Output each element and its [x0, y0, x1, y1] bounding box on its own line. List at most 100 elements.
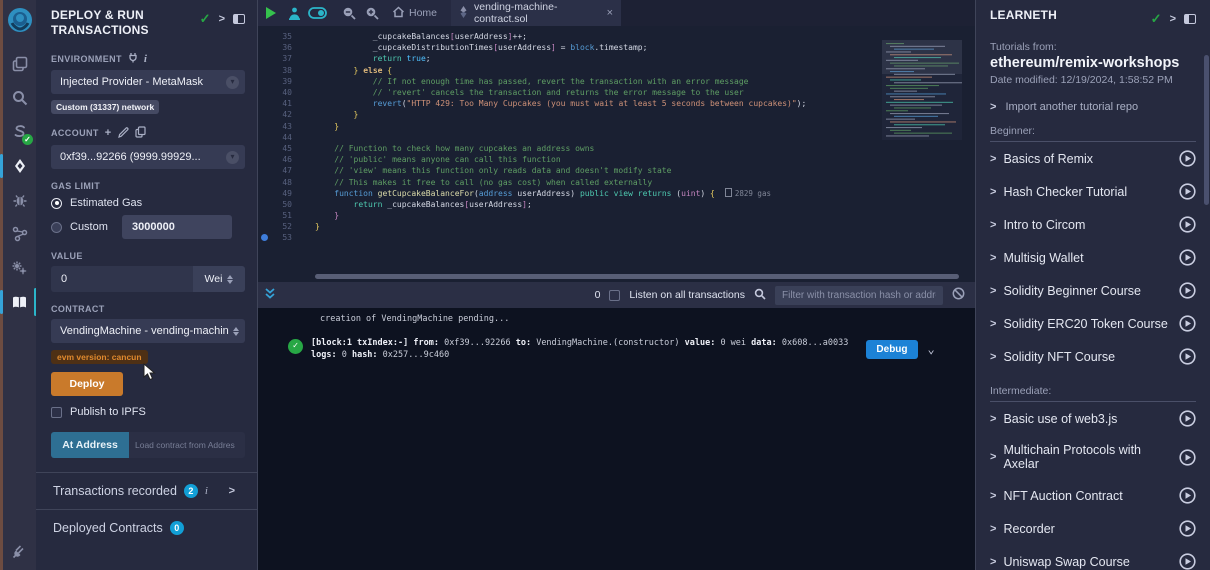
line-number[interactable]: 51 — [258, 211, 292, 220]
line-number[interactable]: 46 — [258, 155, 292, 164]
file-explorer-icon[interactable] — [3, 47, 36, 81]
play-tutorial-icon[interactable] — [1179, 487, 1196, 504]
play-tutorial-icon[interactable] — [1179, 449, 1196, 466]
code-line[interactable]: 45 // Function to check how many cupcake… — [258, 143, 975, 154]
tx-expand-icon[interactable]: ⌄ — [928, 342, 935, 356]
debugger-icon[interactable] — [3, 183, 36, 217]
tutorial-item[interactable]: >Solidity Beginner Course — [990, 274, 1196, 307]
code-line[interactable]: 44 — [258, 132, 975, 143]
tutorial-item[interactable]: >Basics of Remix — [990, 142, 1196, 175]
code-line[interactable]: 41 revert("HTTP 429: Too Many Cupcakes (… — [258, 98, 975, 109]
sign-message-icon[interactable] — [118, 127, 129, 140]
clear-terminal-icon[interactable] — [952, 287, 965, 303]
search-icon[interactable] — [3, 81, 36, 115]
tab-vending-machine-contract[interactable]: vending-machine-contract.sol × — [451, 0, 621, 26]
plug-icon[interactable] — [128, 52, 138, 65]
debug-button[interactable]: Debug — [866, 340, 917, 359]
tutorial-item[interactable]: >Uniswap Swap Course — [990, 545, 1196, 570]
estimated-gas-radio[interactable] — [51, 198, 62, 209]
code-line[interactable]: 37 return true; — [258, 53, 975, 64]
play-tutorial-icon[interactable] — [1179, 150, 1196, 167]
line-number[interactable]: 44 — [258, 133, 292, 142]
publish-ipfs-checkbox[interactable] — [51, 407, 62, 418]
solidity-compiler-icon[interactable]: ✓ — [3, 115, 36, 149]
line-number[interactable]: 48 — [258, 178, 292, 187]
play-tutorial-icon[interactable] — [1179, 183, 1196, 200]
code-line[interactable]: 47 // 'view' means this function only re… — [258, 165, 975, 176]
line-number[interactable]: 37 — [258, 54, 292, 63]
tutorial-item[interactable]: >Hash Checker Tutorial — [990, 175, 1196, 208]
value-input[interactable]: 0 — [51, 266, 193, 292]
add-account-icon[interactable]: + — [105, 127, 112, 139]
terminal-expand-icon[interactable] — [264, 287, 276, 303]
run-script-icon[interactable] — [261, 3, 281, 23]
transactions-info-icon[interactable]: i — [205, 485, 208, 497]
tutorial-item[interactable]: >Basic use of web3.js — [990, 402, 1196, 435]
code-line[interactable]: 43 } — [258, 121, 975, 132]
line-number[interactable]: 45 — [258, 144, 292, 153]
code-line[interactable]: 49 function getCupcakeBalanceFor(address… — [258, 188, 975, 199]
play-tutorial-icon[interactable] — [1179, 282, 1196, 299]
code-line[interactable]: 38 } else { — [258, 65, 975, 76]
panel-collapse-icon[interactable]: > — [219, 13, 225, 25]
learneth-book-icon[interactable] — [3, 285, 36, 319]
at-address-input[interactable]: Load contract from Addres — [129, 432, 245, 458]
code-line[interactable]: 53 — [258, 232, 975, 243]
line-number[interactable]: 38 — [258, 66, 292, 75]
plugin-manager-icon[interactable] — [3, 534, 36, 568]
line-number[interactable]: 52 — [258, 222, 292, 231]
code-line[interactable]: 36 _cupcakeDistributionTimes[userAddress… — [258, 42, 975, 53]
code-line[interactable]: 46 // 'public' means anyone can call thi… — [258, 154, 975, 165]
line-number[interactable]: 50 — [258, 200, 292, 209]
line-number[interactable]: 40 — [258, 88, 292, 97]
line-number[interactable]: 49 — [258, 189, 292, 198]
custom-gas-radio[interactable] — [51, 222, 62, 233]
value-unit-select[interactable]: Wei — [193, 266, 245, 292]
horizontal-scrollbar[interactable] — [315, 274, 959, 279]
terminal-log[interactable]: creation of VendingMachine pending... ✓ … — [258, 308, 975, 570]
tutorial-item[interactable]: >Intro to Circom — [990, 208, 1196, 241]
copy-account-icon[interactable] — [135, 126, 146, 140]
tutorial-item[interactable]: >Solidity ERC20 Token Course — [990, 307, 1196, 340]
environment-select[interactable]: Injected Provider - MetaMask ▾ — [51, 70, 245, 94]
line-number[interactable]: 41 — [258, 99, 292, 108]
play-tutorial-icon[interactable] — [1179, 315, 1196, 332]
deploy-button[interactable]: Deploy — [51, 372, 123, 396]
tutorial-item[interactable]: >Multisig Wallet — [990, 241, 1196, 274]
transaction-log-row[interactable]: ✓ [block:1 txIndex:-] from: 0xf39...9226… — [258, 337, 975, 362]
play-tutorial-icon[interactable] — [1179, 520, 1196, 537]
plugin-settings-icon[interactable] — [3, 251, 36, 285]
play-tutorial-icon[interactable] — [1179, 553, 1196, 570]
transactions-recorded-row[interactable]: Transactions recorded 2 i > — [51, 473, 245, 509]
terminal-filter-input[interactable] — [775, 286, 943, 305]
code-line[interactable]: 52} — [258, 221, 975, 232]
listen-checkbox[interactable] — [609, 290, 620, 301]
remix-logo[interactable] — [7, 7, 33, 33]
tutorial-item[interactable]: >NFT Auction Contract — [990, 479, 1196, 512]
code-line[interactable]: 42 } — [258, 109, 975, 120]
learneth-pin-icon[interactable] — [1184, 14, 1196, 24]
code-line[interactable]: 51 } — [258, 210, 975, 221]
transactions-expand-icon[interactable]: > — [229, 485, 243, 497]
line-number[interactable]: 42 — [258, 110, 292, 119]
code-line[interactable]: 40 // 'revert' cancels the transaction a… — [258, 87, 975, 98]
zoom-in-icon[interactable] — [362, 3, 382, 23]
import-repo-row[interactable]: > Import another tutorial repo — [990, 101, 1196, 113]
learneth-scrollbar[interactable] — [1204, 55, 1209, 205]
tutorial-item[interactable]: >Multichain Protocols with Axelar — [990, 435, 1196, 479]
play-tutorial-icon[interactable] — [1179, 410, 1196, 427]
play-tutorial-icon[interactable] — [1179, 249, 1196, 266]
zoom-out-icon[interactable] — [339, 3, 359, 23]
toggle-icon[interactable] — [307, 3, 327, 23]
line-number[interactable]: 39 — [258, 77, 292, 86]
deploy-run-icon[interactable] — [3, 149, 36, 183]
line-number[interactable]: 35 — [258, 32, 292, 41]
minimap[interactable] — [882, 40, 962, 140]
git-icon[interactable] — [3, 217, 36, 251]
learneth-collapse-icon[interactable]: > — [1170, 13, 1176, 25]
line-number[interactable]: 43 — [258, 122, 292, 131]
panel-pin-icon[interactable] — [233, 14, 245, 24]
line-number[interactable]: 47 — [258, 166, 292, 175]
assistant-icon[interactable] — [284, 3, 304, 23]
line-number[interactable]: 36 — [258, 43, 292, 52]
